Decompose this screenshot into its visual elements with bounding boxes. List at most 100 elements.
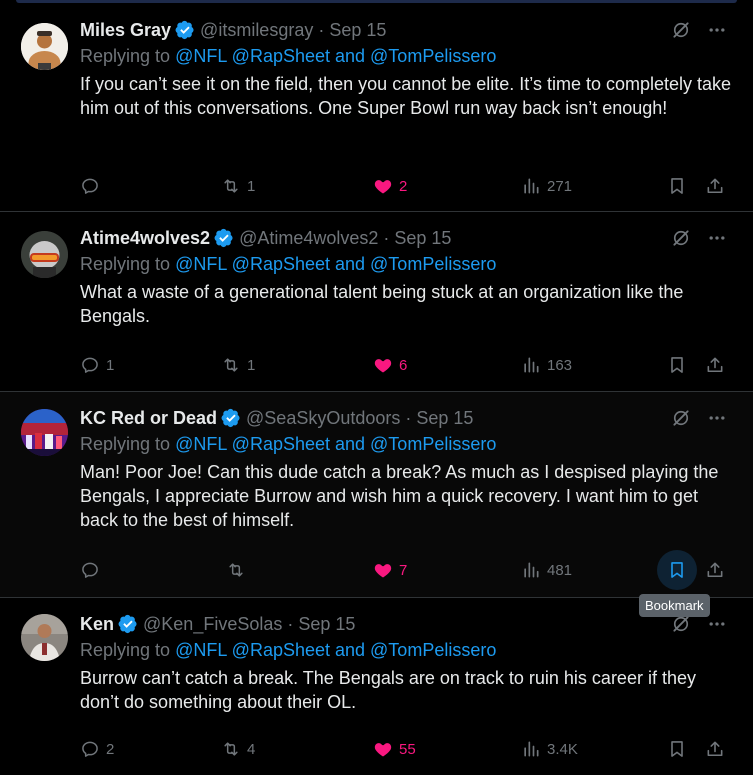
views-count: 3.4K xyxy=(547,740,578,758)
more-icon[interactable] xyxy=(707,408,727,428)
bookmark-button[interactable] xyxy=(667,558,687,582)
handle[interactable]: @Ken_FiveSolas xyxy=(143,614,282,635)
like-button[interactable]: 2 xyxy=(373,174,407,198)
more-icon[interactable] xyxy=(707,20,727,40)
timestamp[interactable]: Sep 15 xyxy=(329,20,386,41)
tweet-header: Miles Gray @itsmilesgray · Sep 15 xyxy=(80,18,386,42)
like-count: 55 xyxy=(399,740,416,758)
heart-icon xyxy=(373,355,393,375)
reply-mentions[interactable]: @NFL @RapSheet and @TomPelissero xyxy=(175,434,496,454)
repost-button[interactable]: 1 xyxy=(221,174,255,198)
tweet-header-icons xyxy=(671,228,727,248)
avatar[interactable] xyxy=(21,614,68,661)
tweet-text: Man! Poor Joe! Can this dude catch a bre… xyxy=(80,462,719,530)
timestamp[interactable]: Sep 15 xyxy=(394,228,451,249)
display-name[interactable]: KC Red or Dead xyxy=(80,408,217,429)
verified-badge-icon xyxy=(221,408,241,428)
tweet-header: Atime4wolves2 @Atime4wolves2 · Sep 15 xyxy=(80,226,451,250)
reply-button[interactable] xyxy=(80,558,106,582)
verified-badge-icon xyxy=(175,20,195,40)
reply-mentions[interactable]: @NFL @RapSheet and @TomPelissero xyxy=(175,254,496,274)
views-count: 271 xyxy=(547,177,573,195)
avatar[interactable] xyxy=(21,409,68,456)
handle[interactable]: @SeaSkyOutdoors xyxy=(246,408,400,429)
reply-icon xyxy=(80,560,100,580)
replying-to-label: Replying to xyxy=(80,434,176,454)
bookmark-tooltip: Bookmark xyxy=(639,594,710,617)
separator: · xyxy=(287,613,294,634)
tweet-header-icons xyxy=(671,408,727,428)
reply-icon xyxy=(80,176,100,196)
tweet[interactable]: Atime4wolves2 @Atime4wolves2 · Sep 15 Re… xyxy=(0,212,753,392)
handle[interactable]: @Atime4wolves2 xyxy=(239,228,378,249)
replying-to: Replying to @NFL @RapSheet and @TomPelis… xyxy=(80,434,496,455)
share-button[interactable] xyxy=(705,174,725,198)
repost-count: 4 xyxy=(247,740,256,758)
share-button[interactable] xyxy=(705,737,725,761)
tweet[interactable]: Ken @Ken_FiveSolas · Sep 15 Replying to … xyxy=(0,598,753,775)
replying-to-label: Replying to xyxy=(80,46,176,66)
grok-icon[interactable] xyxy=(671,614,691,634)
views-button[interactable]: 163 xyxy=(521,353,572,377)
tweet[interactable]: Miles Gray @itsmilesgray · Sep 15 Replyi… xyxy=(0,4,753,212)
avatar[interactable] xyxy=(21,231,68,278)
tweet-header: KC Red or Dead @SeaSkyOutdoors · Sep 15 xyxy=(80,406,473,430)
tweet-text: What a waste of a generational talent be… xyxy=(80,282,684,326)
bookmark-button[interactable] xyxy=(667,353,687,377)
views-button[interactable]: 3.4K xyxy=(521,737,578,761)
like-count: 6 xyxy=(399,356,408,374)
bookmark-button[interactable] xyxy=(667,737,687,761)
reply-button[interactable]: 2 xyxy=(80,737,114,761)
reply-button[interactable] xyxy=(80,174,106,198)
grok-icon[interactable] xyxy=(671,408,691,428)
repost-count: 1 xyxy=(247,356,256,374)
share-icon xyxy=(705,355,725,375)
views-count: 163 xyxy=(547,356,573,374)
share-button[interactable] xyxy=(705,353,725,377)
more-icon[interactable] xyxy=(707,228,727,248)
like-count: 2 xyxy=(399,177,408,195)
reply-mentions[interactable]: @NFL @RapSheet and @TomPelissero xyxy=(175,640,496,660)
separator: · xyxy=(318,19,325,40)
action-bar: 1 1 6 163 xyxy=(80,353,730,377)
heart-icon xyxy=(373,739,393,759)
replying-to: Replying to @NFL @RapSheet and @TomPelis… xyxy=(80,640,496,661)
bookmark-icon xyxy=(667,739,687,759)
views-button[interactable]: 481 xyxy=(521,558,572,582)
repost-count: 1 xyxy=(247,177,256,195)
heart-icon xyxy=(373,176,393,196)
tweet-text: If you can’t see it on the field, then y… xyxy=(80,74,732,118)
like-button[interactable]: 7 xyxy=(373,558,407,582)
like-button[interactable]: 6 xyxy=(373,353,407,377)
bookmark-icon xyxy=(667,176,687,196)
verified-badge-icon xyxy=(214,228,234,248)
display-name[interactable]: Ken xyxy=(80,614,114,635)
replying-to: Replying to @NFL @RapSheet and @TomPelis… xyxy=(80,46,496,67)
action-bar: 2 4 55 3.4K xyxy=(80,737,730,761)
views-icon xyxy=(521,739,541,759)
display-name[interactable]: Atime4wolves2 xyxy=(80,228,210,249)
repost-button[interactable]: 1 xyxy=(221,353,255,377)
tweet-header-icons xyxy=(671,614,727,634)
display-name[interactable]: Miles Gray xyxy=(80,20,171,41)
reply-button[interactable]: 1 xyxy=(80,353,114,377)
views-icon xyxy=(521,355,541,375)
tweet[interactable]: KC Red or Dead @SeaSkyOutdoors · Sep 15 … xyxy=(0,392,753,598)
repost-button[interactable]: 4 xyxy=(221,737,255,761)
handle[interactable]: @itsmilesgray xyxy=(200,20,313,41)
like-button[interactable]: 55 xyxy=(373,737,416,761)
share-button[interactable] xyxy=(705,558,725,582)
avatar[interactable] xyxy=(21,23,68,70)
views-icon xyxy=(521,176,541,196)
views-button[interactable]: 271 xyxy=(521,174,572,198)
timestamp[interactable]: Sep 15 xyxy=(416,408,473,429)
repost-button[interactable] xyxy=(226,558,252,582)
grok-icon[interactable] xyxy=(671,20,691,40)
timestamp[interactable]: Sep 15 xyxy=(298,614,355,635)
reply-mentions[interactable]: @NFL @RapSheet and @TomPelissero xyxy=(175,46,496,66)
separator: · xyxy=(405,407,412,428)
bookmark-button[interactable] xyxy=(667,174,687,198)
grok-icon[interactable] xyxy=(671,228,691,248)
more-icon[interactable] xyxy=(707,614,727,634)
reply-count: 1 xyxy=(106,356,115,374)
